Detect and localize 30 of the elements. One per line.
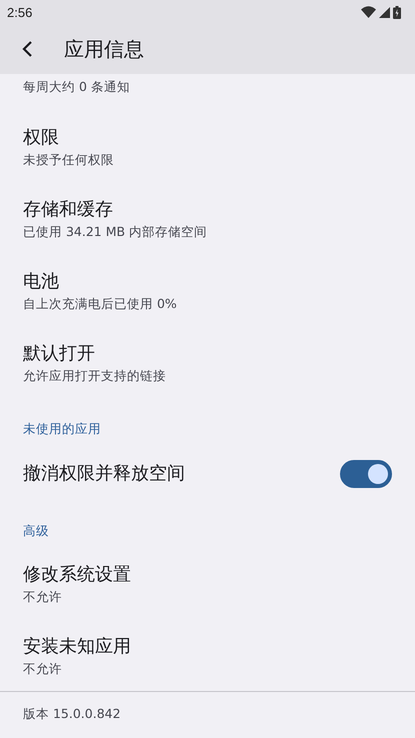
setting-title: 存储和缓存 (23, 198, 114, 222)
setting-title: 电池 (23, 270, 60, 294)
toggle-switch[interactable] (340, 460, 392, 488)
page-title: 应用信息 (64, 36, 144, 62)
setting-item[interactable]: 安装未知应用 不允许 (0, 620, 415, 692)
battery-icon (393, 6, 401, 18)
setting-item[interactable]: 权限 未授予任何权限 (0, 111, 415, 183)
version-text: 版本 15.0.0.842 (23, 706, 121, 723)
setting-subtitle: 不允许 (23, 660, 63, 678)
setting-title: 修改系统设置 (23, 563, 132, 587)
setting-subtitle: 未授予任何权限 (23, 151, 115, 169)
setting-item[interactable]: 修改系统设置 不允许 (0, 548, 415, 620)
section-header: 未使用的应用 (23, 420, 102, 438)
setting-item[interactable]: 默认打开 允许应用打开支持的链接 (0, 327, 415, 399)
wifi-icon (361, 6, 376, 18)
setting-title: 安装未知应用 (23, 635, 132, 659)
setting-title: 权限 (23, 126, 60, 150)
setting-title: 默认打开 (23, 342, 96, 366)
setting-subtitle: 每周大约 0 条通知 (23, 78, 131, 96)
back-icon (22, 41, 34, 57)
setting-subtitle: 自上次充满电后已使用 0% (23, 295, 178, 313)
setting-item[interactable]: 存储和缓存 已使用 34.21 MB 内部存储空间 (0, 183, 415, 255)
setting-subtitle: 不允许 (23, 588, 63, 606)
setting-subtitle: 已使用 34.21 MB 内部存储空间 (23, 223, 208, 241)
setting-title: 撤消权限并释放空间 (23, 462, 185, 486)
signal-icon (379, 6, 390, 18)
setting-subtitle: 允许应用打开支持的链接 (23, 367, 167, 385)
section-header: 高级 (23, 522, 50, 540)
status-time: 2:56 (7, 4, 32, 20)
setting-item[interactable]: 电池 自上次充满电后已使用 0% (0, 255, 415, 327)
